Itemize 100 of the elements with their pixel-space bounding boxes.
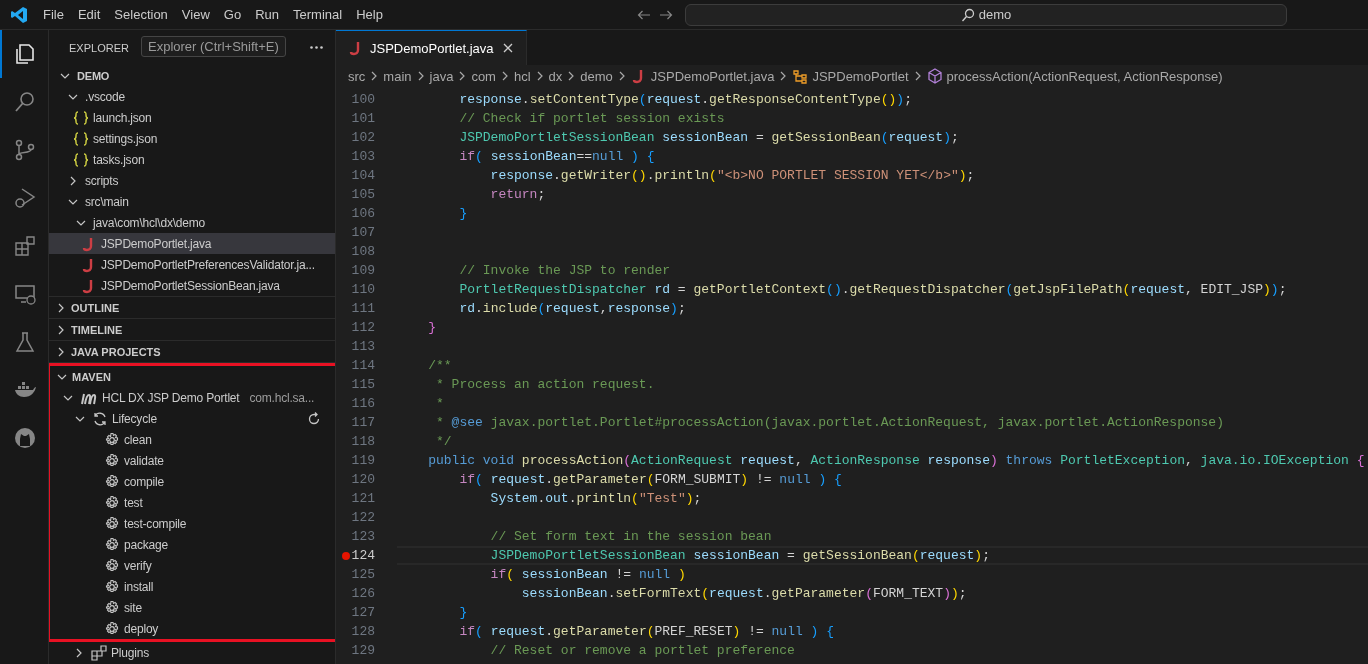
tree-item[interactable]: package [50, 534, 335, 555]
files-icon [13, 42, 37, 66]
menu-item[interactable]: Edit [70, 5, 108, 24]
line-number: 120 [351, 472, 375, 487]
tree-item[interactable]: compile [50, 471, 335, 492]
menu-item[interactable]: Selection [107, 5, 175, 24]
code-line: } [458, 205, 469, 223]
tree-item[interactable]: site [50, 597, 335, 618]
editor-tab[interactable]: JSPDemoPortlet.java [336, 30, 527, 65]
line-number: 118 [351, 434, 375, 449]
line-number: 104 [351, 168, 375, 183]
tree-item[interactable]: DEMO [49, 65, 335, 86]
breakpoint-dot[interactable] [342, 551, 350, 560]
breadcrumb-item[interactable]: JSPDemoPortlet [792, 68, 909, 84]
breadcrumb-item[interactable]: com [471, 68, 496, 84]
monitor-icon [13, 282, 37, 306]
breadcrumb-item[interactable]: src [348, 68, 366, 84]
more-icon [310, 46, 323, 49]
code-line: // Set form text in the session bean [489, 528, 773, 546]
gear-icon [104, 452, 120, 469]
tree-item[interactable]: clean [50, 429, 335, 450]
code-line: * @see javax.portlet.Portlet#processAction(javax.portlet.ActionRequest, javax.portlet.ActionResponse) [435, 414, 1225, 432]
tree-item[interactable]: HCL DX JSP Demo Portlet com.hcl.sa... [50, 387, 335, 408]
section-header[interactable]: JAVA PROJECTS [49, 341, 335, 362]
tree-item[interactable]: test [50, 492, 335, 513]
search-icon [960, 7, 975, 22]
back-arrow-icon [637, 9, 650, 20]
cycle-icon [92, 410, 108, 427]
line-number: 129 [351, 643, 375, 658]
line-number: 115 [351, 377, 375, 392]
gear-icon [104, 620, 120, 637]
search-icon [13, 90, 37, 114]
refresh-icon [306, 410, 322, 427]
gear-icon [104, 578, 120, 595]
breadcrumb-item[interactable]: hcl [513, 68, 531, 84]
breadcrumb-item[interactable]: dx [548, 68, 563, 84]
line-number: 116 [351, 396, 375, 411]
code-line: PortletRequestDispatcher rd = getPortletContext().getRequestDispatcher(getJspFilePath(request, EDIT_JSP)); [458, 281, 1288, 299]
code-line: * [435, 395, 445, 413]
breadcrumb-item[interactable]: main [383, 68, 412, 84]
line-number: 100 [351, 92, 375, 107]
tree-item[interactable]: verify [50, 555, 335, 576]
flask-icon [13, 330, 37, 354]
breadcrumb-item[interactable]: JSPDemoPortlet.java [630, 68, 775, 84]
menu-item[interactable]: Run [248, 5, 286, 24]
section-header[interactable]: MAVEN [50, 366, 335, 387]
code-line: /** [427, 357, 453, 375]
tree-item[interactable]: test-compile [50, 513, 335, 534]
menu-item[interactable]: Terminal [286, 5, 350, 24]
tree-item[interactable]: validate [50, 450, 335, 471]
code-line: * Process an action request. [435, 376, 656, 394]
code-line: return; [489, 186, 547, 204]
braces-icon [73, 130, 89, 147]
line-number: 114 [351, 358, 375, 373]
tree-item[interactable]: deploy [50, 618, 335, 639]
tree-item[interactable]: Lifecycle [50, 408, 335, 429]
code-line: */ [435, 433, 453, 451]
tree-item[interactable]: .vscode [49, 86, 335, 107]
tree-item[interactable]: settings.json [49, 128, 335, 149]
line-number: 109 [351, 263, 375, 278]
code-line: JSPDemoPortletSessionBean sessionBean = getSessionBean(request); [458, 129, 960, 147]
gear-icon [104, 431, 120, 448]
breadcrumb-item[interactable]: java [429, 68, 454, 84]
tree-item[interactable]: JSPDemoPortletSessionBean.java [49, 275, 335, 296]
breadcrumb-item[interactable]: demo [580, 68, 613, 84]
gear-icon [104, 557, 120, 574]
section-header[interactable]: TIMELINE [49, 319, 335, 340]
menu-item[interactable]: Go [216, 5, 249, 24]
menu-item[interactable]: View [174, 5, 217, 24]
run-debug-icon [13, 186, 37, 210]
tree-item[interactable]: Plugins [49, 642, 335, 663]
line-number: 102 [351, 130, 375, 145]
breadcrumb-item[interactable]: processAction(ActionRequest, ActionResponse) [926, 68, 1223, 84]
menu-item[interactable]: Help [349, 5, 390, 24]
section-header[interactable]: OUTLINE [49, 297, 335, 318]
cube-icon [926, 68, 943, 84]
gear-icon [104, 599, 120, 616]
tree-item[interactable]: tasks.json [49, 149, 335, 170]
code-line: if( sessionBean==null ) { [458, 148, 656, 166]
panel-title: EXPLORER [69, 41, 129, 54]
cat-silhouette-icon [13, 426, 37, 450]
gear-icon [104, 494, 120, 511]
code-line: JSPDemoPortletSessionBean sessionBean = getSessionBean(request); [397, 546, 1368, 565]
menu-item[interactable]: File [36, 5, 71, 24]
forward-arrow-icon [660, 9, 673, 20]
line-number: 124 [351, 548, 375, 563]
tree-item[interactable]: JSPDemoPortletPreferencesValidator.ja... [49, 254, 335, 275]
extensions-icon [13, 234, 37, 258]
code-line: sessionBean.setFormText(request.getParameter(FORM_TEXT)); [520, 585, 968, 603]
tree-item[interactable]: JSPDemoPortlet.java [49, 233, 335, 254]
command-center[interactable]: demo [685, 3, 1287, 26]
line-number: 111 [351, 301, 375, 316]
gear-icon [104, 536, 120, 553]
tree-item[interactable]: scripts [49, 170, 335, 191]
tree-item[interactable]: install [50, 576, 335, 597]
tooltip: Explorer (Ctrl+Shift+E) [141, 36, 286, 57]
tree-item[interactable]: src\main [49, 191, 335, 212]
line-number: 119 [351, 453, 375, 468]
tree-item[interactable]: launch.json [49, 107, 335, 128]
tree-item[interactable]: java\com\hcl\dx\demo [49, 212, 335, 233]
